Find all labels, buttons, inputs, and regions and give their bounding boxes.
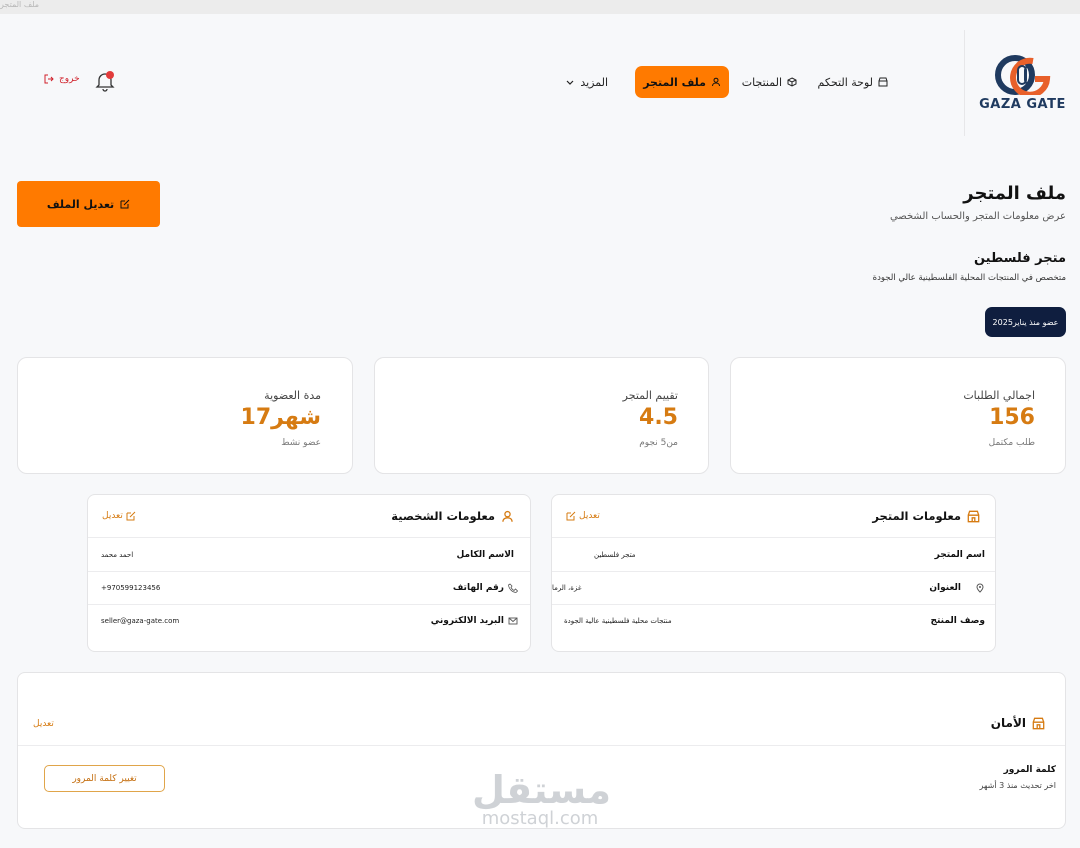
row-key: وصف المنتج [930, 616, 985, 626]
tab-title: ملف المتجر [0, 0, 40, 9]
security-title-label: الأمان [990, 716, 1026, 730]
row-key: رقم الهاتف [453, 583, 518, 593]
store-icon [967, 510, 980, 522]
logout-icon [44, 74, 54, 84]
row-value: احمد محمد [101, 551, 134, 559]
store-description: متخصص في المنتجات المحلية الفلسطينية عال… [872, 273, 1066, 283]
row-value: منتجات محلية فلسطينية عالية الجودة [564, 617, 672, 625]
info-row: البريد الالكتروني seller@gaza-gate.com [88, 605, 530, 638]
info-row: اسم المتجر متجر فلسطين [552, 539, 995, 572]
info-row: وصف المنتج منتجات محلية فلسطينية عالية ا… [552, 605, 995, 638]
store-info-edit-link[interactable]: تعديل [566, 511, 600, 521]
row-value: +970599123456 [101, 584, 161, 592]
personal-info-edit-link[interactable]: تعديل [102, 511, 136, 521]
box-icon [787, 77, 797, 87]
stat-note: من5 نجوم [639, 438, 678, 448]
nav-dashboard-label: لوحة التحكم [817, 75, 873, 89]
stat-value: 156 [989, 405, 1035, 430]
row-value: غزة، الرما [552, 584, 582, 592]
watermark-arabic: مستقل [472, 768, 611, 812]
stat-note: طلب مكتمل [988, 438, 1035, 448]
user-icon [712, 77, 720, 87]
card-title: معلومات المتجر [872, 509, 980, 523]
nav-products-label: المنتجات [741, 75, 782, 89]
member-since-badge: عضو منذ يناير2025 [985, 307, 1066, 337]
nav-more-label: المزيد [580, 75, 608, 89]
watermark-url: mostaql.com [481, 808, 599, 829]
brand-logo[interactable]: GAZA GATE [964, 30, 1080, 136]
brand-name: GAZA GATE [979, 96, 1066, 112]
card-header: معلومات المتجر تعديل [552, 495, 995, 538]
nav-profile[interactable]: ملف المتجر [635, 66, 729, 98]
security-edit-link[interactable]: تعديل [33, 719, 54, 729]
watermark: مستقل mostaql.com [472, 768, 611, 829]
page-title: ملف المتجر [963, 183, 1066, 204]
logout-button[interactable]: خروج [44, 74, 80, 84]
stat-value: 17شهر [240, 405, 321, 430]
edit-icon [120, 199, 130, 209]
edit-icon [126, 511, 136, 521]
info-row: رقم الهاتف +970599123456 [88, 572, 530, 605]
nav-more[interactable]: المزيد [559, 66, 614, 98]
chevron-down-icon [566, 80, 574, 85]
store-info-card: معلومات المتجر تعديل اسم المتجر متجر فلس… [551, 494, 996, 652]
row-value: متجر فلسطين [594, 551, 636, 559]
row-key: الاسم الكامل [456, 550, 514, 560]
logo-mark-icon [994, 54, 1051, 98]
card-title: معلومات الشخصية [391, 509, 514, 523]
store-icon [878, 77, 888, 87]
page-subtitle: عرض معلومات المتجر والحساب الشخصي [889, 211, 1066, 222]
edit-icon [566, 511, 576, 521]
stat-label: تقييم المتجر [622, 389, 678, 402]
location-pin-icon [976, 583, 984, 593]
row-key-label: العنوان [929, 583, 961, 593]
card-header: معلومات الشخصية تعديل [88, 495, 530, 538]
row-key-label: رقم الهاتف [452, 583, 504, 593]
stat-card-rating: تقييم المتجر 4.5 من5 نجوم [374, 357, 709, 474]
store-icon [1032, 717, 1045, 729]
info-row: الاسم الكامل احمد محمد [88, 539, 530, 572]
store-name: متجر فلسطين [973, 251, 1066, 266]
edit-label: تعديل [102, 511, 123, 521]
stat-value: 4.5 [639, 405, 678, 430]
notification-dot [106, 71, 114, 79]
divider [18, 745, 1065, 746]
phone-icon [508, 583, 518, 593]
info-row: العنوان غزة، الرما [552, 572, 995, 605]
stat-label: اجمالي الطلبات [963, 389, 1035, 402]
security-title: الأمان [991, 716, 1045, 730]
stat-card-membership: مدة العضوية 17شهر عضو نشط [17, 357, 353, 474]
logout-label: خروج [59, 74, 80, 84]
row-key: البريد الالكتروني [431, 616, 518, 626]
edit-profile-label: تعديل الملف [46, 197, 115, 211]
stat-label: مدة العضوية [264, 389, 321, 402]
row-key: اسم المتجر [934, 550, 985, 560]
change-password-button[interactable]: تغيير كلمة المرور [44, 765, 165, 792]
mail-icon [508, 617, 518, 625]
stat-card-orders: اجمالي الطلبات 156 طلب مكتمل [730, 357, 1066, 474]
row-value: seller@gaza-gate.com [101, 617, 180, 625]
edit-profile-button[interactable]: تعديل الملف [17, 181, 160, 227]
store-info-title: معلومات المتجر [872, 509, 961, 523]
edit-label: تعديل [579, 511, 600, 521]
personal-info-card: معلومات الشخصية تعديل الاسم الكامل احمد … [87, 494, 531, 652]
personal-info-title: معلومات الشخصية [391, 509, 495, 523]
browser-bar [0, 0, 1080, 14]
row-key-label: البريد الالكتروني [430, 616, 504, 626]
stat-note: عضو نشط [281, 438, 321, 448]
row-key: العنوان [929, 583, 985, 593]
password-last-updated: اخر تحديث منذ 3 أشهر [979, 781, 1056, 790]
nav-dashboard[interactable]: لوحة التحكم [812, 66, 894, 98]
password-label: كلمة المرور [1003, 765, 1056, 775]
user-icon [502, 510, 513, 522]
nav-profile-label: ملف المتجر [643, 75, 706, 89]
nav-products[interactable]: المنتجات [736, 66, 803, 98]
